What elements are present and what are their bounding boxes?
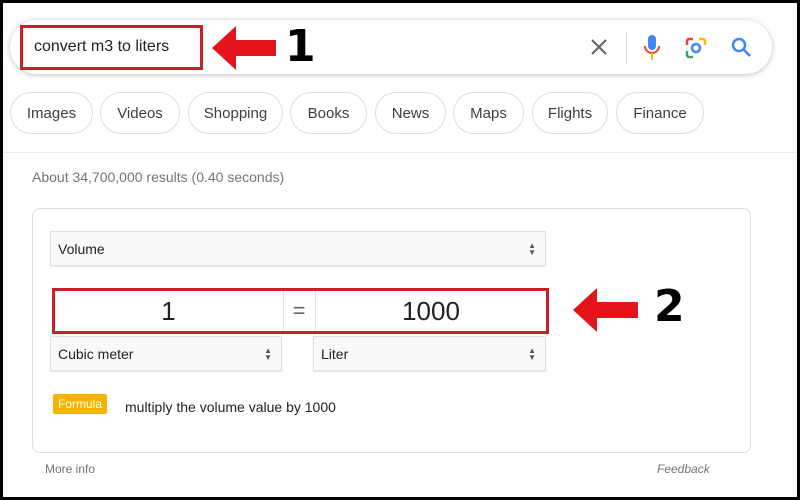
formula-badge: Formula [53, 394, 107, 414]
result-stats: About 34,700,000 results (0.40 seconds) [32, 169, 285, 185]
search-input[interactable]: convert m3 to liters [20, 25, 203, 70]
chip-videos[interactable]: Videos [100, 92, 180, 134]
from-unit-value: Cubic meter [58, 345, 134, 362]
select-arrows-icon: ▲ ▼ [528, 240, 536, 257]
from-value[interactable]: 1 [55, 291, 282, 331]
chip-news[interactable]: News [375, 92, 446, 134]
feedback-link[interactable]: Feedback [657, 462, 710, 476]
google-search-page: convert m3 to liters 1 Images Videos Sho… [3, 3, 797, 497]
close-icon[interactable] [589, 37, 609, 57]
annotation-box-2: 1 = 1000 [52, 288, 549, 334]
chip-images[interactable]: Images [10, 92, 93, 134]
chip-maps[interactable]: Maps [453, 92, 524, 134]
to-unit-value: Liter [321, 345, 349, 362]
from-unit-select[interactable]: Cubic meter ▲ ▼ [50, 336, 282, 371]
category-value: Volume [58, 240, 105, 257]
equals-sign: = [292, 298, 306, 323]
annotation-number-1: 1 [285, 21, 316, 72]
chip-finance[interactable]: Finance [616, 92, 704, 134]
select-arrows-icon: ▲ ▼ [528, 345, 536, 362]
to-value[interactable]: 1000 [316, 291, 546, 331]
chip-shopping[interactable]: Shopping [188, 92, 283, 134]
chip-books[interactable]: Books [290, 92, 367, 134]
chip-flights[interactable]: Flights [532, 92, 608, 134]
divider [626, 33, 627, 63]
select-arrows-icon: ▲ ▼ [264, 345, 272, 362]
annotation-arrow-1 [212, 26, 276, 70]
annotation-number-2: 2 [654, 281, 685, 332]
formula-text: multiply the volume value by 1000 [125, 399, 336, 415]
lens-icon[interactable] [685, 37, 707, 59]
to-unit-select[interactable]: Liter ▲ ▼ [313, 336, 546, 371]
category-select[interactable]: Volume ▲ ▼ [50, 231, 546, 266]
search-icon[interactable] [730, 36, 752, 58]
microphone-icon[interactable] [643, 34, 661, 62]
more-info-link[interactable]: More info [45, 462, 95, 476]
annotation-arrow-2 [573, 288, 638, 332]
header-divider [3, 152, 797, 153]
